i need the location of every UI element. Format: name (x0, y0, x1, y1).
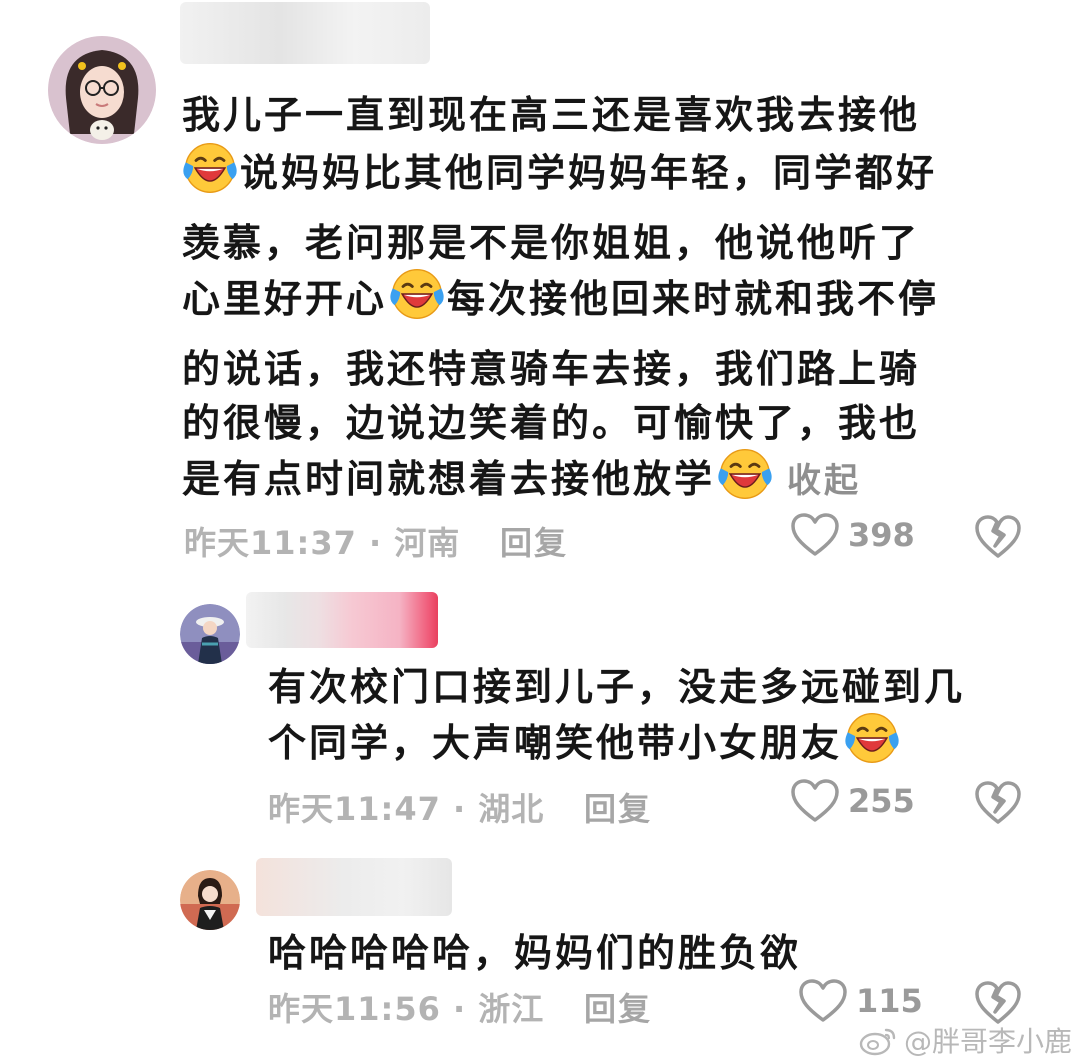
laughing-crying-emoji-icon (844, 710, 900, 766)
comment-meta: 昨天11:37 · 河南 (184, 524, 461, 562)
comment-line: 是有点时间就想着去接他放学 (182, 457, 716, 501)
comment-line: 个同学，大声嘲笑他带小女朋友 (268, 721, 843, 765)
weibo-logo-icon (859, 1028, 896, 1056)
laughing-crying-emoji-icon (182, 140, 238, 196)
avatar[interactable] (48, 36, 156, 144)
blurred-username (180, 2, 430, 64)
blurred-username (256, 858, 452, 916)
like-count: 398 (848, 516, 915, 554)
comment-line: 有次校门口接到儿子，没走多远碰到几 (268, 665, 966, 709)
comment-line: 心里好开心 (182, 277, 388, 321)
reply-button[interactable]: 回复 (584, 984, 652, 1030)
laughing-crying-emoji-icon (389, 266, 445, 322)
watermark: @胖哥李小鹿 (858, 1020, 1072, 1060)
blurred-username (246, 592, 438, 648)
comment-line: 哈哈哈哈哈，妈妈们的胜负欲 (268, 931, 802, 975)
broken-heart-icon[interactable] (974, 514, 1022, 560)
comment-line: 的说话，我还特意骑车去接，我们路上骑 (182, 347, 921, 391)
reply-button[interactable]: 回复 (584, 784, 652, 830)
comment-text: 我儿子一直到现在高三还是喜欢我去接他 说妈妈比其他同学妈妈年轻，同学都好 羡慕，… (182, 84, 1042, 504)
heart-outline-icon (791, 779, 839, 822)
broken-heart-icon[interactable] (974, 780, 1022, 826)
heart-outline-icon (799, 979, 847, 1022)
avatar[interactable] (180, 870, 240, 930)
like-button[interactable]: 255 (790, 778, 915, 824)
like-button[interactable]: 115 (798, 978, 923, 1024)
comment-text: 有次校门口接到儿子，没走多远碰到几 个同学，大声嘲笑他带小女朋友 (268, 656, 1048, 776)
watermark-text: @胖哥李小鹿 (903, 1025, 1072, 1058)
comment-line: 的很慢，边说边笑着的。可愉快了，我也 (182, 401, 921, 445)
like-button[interactable]: 398 (790, 512, 915, 558)
comment-text: 哈哈哈哈哈，妈妈们的胜负欲 (268, 922, 1048, 982)
collapse-link[interactable]: 收起 (787, 461, 861, 501)
avatar[interactable] (180, 604, 240, 664)
reply-button[interactable]: 回复 (500, 518, 568, 564)
comment-meta: 昨天11:47 · 湖北 (268, 790, 545, 828)
like-count: 255 (848, 782, 915, 820)
laughing-crying-emoji-icon (717, 446, 773, 502)
heart-outline-icon (791, 513, 839, 556)
comment-line: 说妈妈比其他同学妈妈年轻，同学都好 (240, 151, 938, 195)
comment-line: 我儿子一直到现在高三还是喜欢我去接他 (182, 93, 921, 137)
comment-meta: 昨天11:56 · 浙江 (268, 990, 545, 1028)
like-count: 115 (856, 982, 923, 1020)
comment-line: 羡慕，老问那是不是你姐姐，他说他听了 (182, 221, 921, 265)
comment-line: 每次接他回来时就和我不停 (447, 277, 940, 321)
comment-thread: 我儿子一直到现在高三还是喜欢我去接他 说妈妈比其他同学妈妈年轻，同学都好 羡慕，… (0, 0, 1080, 1064)
